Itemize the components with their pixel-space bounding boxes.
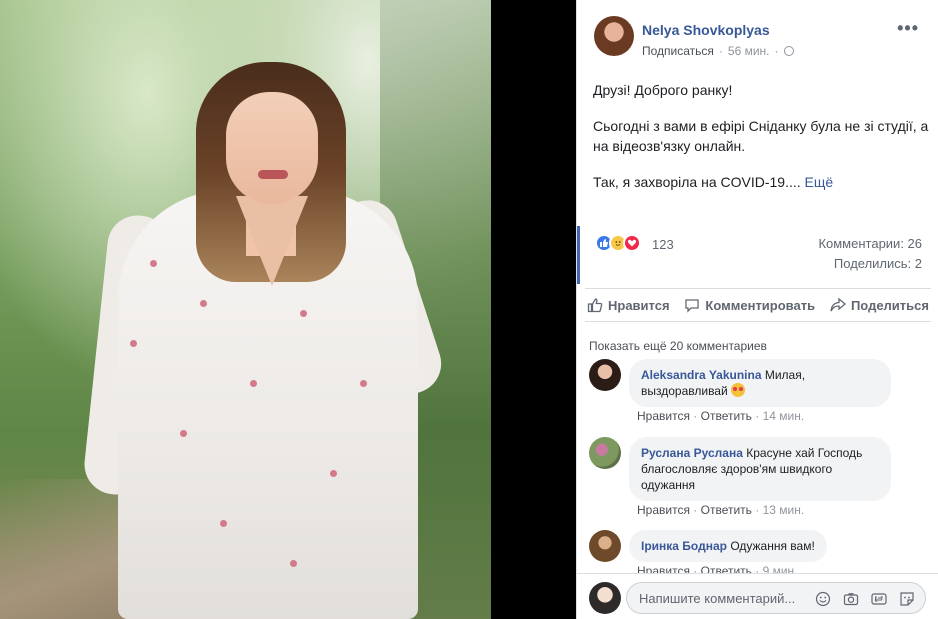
meta-separator: · [774,44,779,58]
dress-flower [290,560,297,567]
photo-viewer [0,0,576,619]
dress-flower [180,430,187,437]
comment-reply-link[interactable]: Ответить [701,503,752,517]
dress-flower [330,470,337,477]
meta-separator: · [718,44,723,58]
post-text-line: Друзі! Доброго ранку! [593,82,733,98]
share-icon [830,297,846,312]
comment-text: Одужання вам! [730,539,815,553]
post-text-line-content: Так, я захворіла на COVID-19.... [593,174,801,190]
reaction-icons[interactable] [595,234,641,252]
comment-avatar[interactable] [589,359,621,391]
gif-icon[interactable] [869,589,889,609]
shares-count[interactable]: Поделились: 2 [834,256,922,271]
comment-like-link[interactable]: Нравится [637,503,690,517]
post-timestamp[interactable]: 56 мин. [728,44,770,58]
comment-bubble: Руслана Руслана Красуне хай Господь благ… [629,437,891,501]
comment-input[interactable]: Напишите комментарий... [626,582,926,614]
show-more-comments-link[interactable]: Показать ещё 20 комментариев [589,339,767,353]
dress-flower [300,310,307,317]
comment-icon [685,299,700,313]
dress-flower [250,380,257,387]
comment-bubble: Aleksandra Yakunina Милая, выздоравливай [629,359,891,407]
globe-icon [783,46,794,56]
post-actions: Нравится Комментировать Поделиться [585,288,931,322]
dress-flower [360,380,367,387]
post-meta: Подписаться · 56 мин. · [642,44,794,58]
like-button-label: Нравится [608,297,670,313]
comment-button-label: Комментировать [705,297,816,313]
thumbs-up-icon [587,298,603,313]
photo-lips [258,170,288,179]
current-user-avatar[interactable] [589,582,621,614]
post-text-line: Так, я захворіла на COVID-19.... Ещё [593,172,933,192]
comment-avatar[interactable] [589,530,621,562]
heart-eyes-emoji-icon [731,383,746,397]
comment-composer: Напишите комментарий... [577,573,938,619]
comment-author[interactable]: Іринка Боднар [641,539,727,553]
comment-meta: Нравится · Ответить · 14 мин. [637,409,805,423]
reaction-count[interactable]: 123 [652,237,674,252]
comments-count[interactable]: Комментарии: 26 [818,236,922,251]
comment-button[interactable]: Комментировать [684,297,815,313]
composer-tools [813,589,917,609]
comment-avatar[interactable] [589,437,621,469]
post-text: Друзі! Доброго ранку! Сьогодні з вами в … [593,80,933,208]
comment-meta: Нравится · Ответить · 13 мин. [637,503,805,517]
post-text-line: Сьогодні з вами в ефірі Сніданку була не… [593,118,929,154]
comment-time[interactable]: 14 мин. [763,409,805,423]
share-button-label: Поделиться [850,297,929,313]
subscribe-link[interactable]: Подписаться [642,44,714,58]
photo-neckline [236,196,308,286]
share-button[interactable]: Поделиться [830,297,929,313]
comment-time[interactable]: 13 мин. [763,503,805,517]
emoji-icon[interactable] [813,589,833,609]
love-reaction-icon [623,234,641,252]
dress-flower [130,340,137,347]
see-more-link[interactable]: Ещё [805,174,834,190]
reactions-summary: 123 Комментарии: 26 Поделились: 2 [577,226,938,284]
dress-flower [200,300,207,307]
comment-like-link[interactable]: Нравится [637,409,690,423]
more-options-icon[interactable]: ••• [897,18,919,39]
dress-flower [150,260,157,267]
author-avatar[interactable] [594,16,634,56]
like-button[interactable]: Нравится [587,297,670,313]
comment-reply-link[interactable]: Ответить [701,409,752,423]
photo-face [226,92,318,204]
author-name[interactable]: Nelya Shovkoplyas [642,22,770,38]
dress-flower [220,520,227,527]
comment-input-placeholder: Напишите комментарий... [639,591,796,606]
comment-author[interactable]: Руслана Руслана [641,446,743,460]
camera-icon[interactable] [841,589,861,609]
post-header: Nelya Shovkoplyas Подписаться · 56 мин. … [577,0,938,70]
sticker-icon[interactable] [897,589,917,609]
comment-bubble: Іринка Боднар Одужання вам! [629,530,827,562]
post-photo[interactable] [0,0,491,619]
comment-author[interactable]: Aleksandra Yakunina [641,368,762,382]
post-panel: Nelya Shovkoplyas Подписаться · 56 мин. … [576,0,938,619]
